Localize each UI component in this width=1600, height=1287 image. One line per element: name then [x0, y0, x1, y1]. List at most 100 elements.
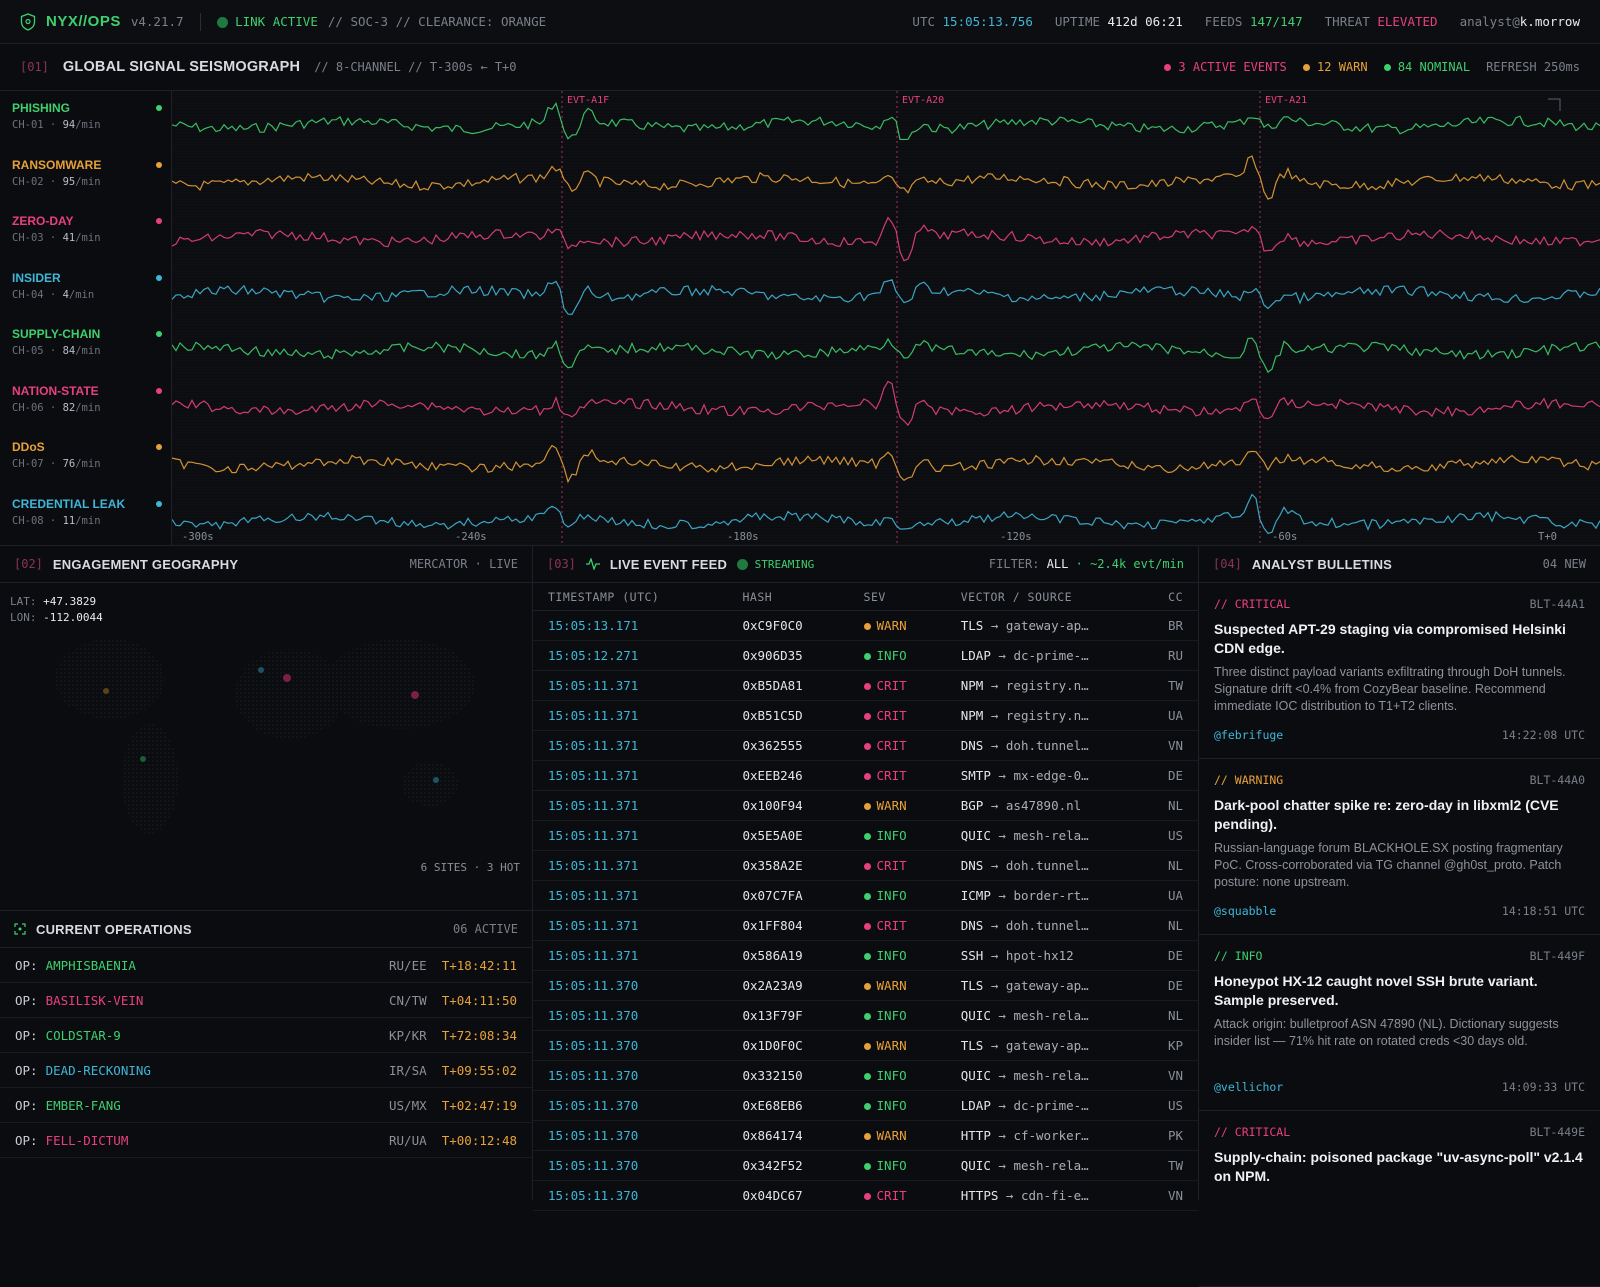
column-header[interactable]: VECTOR / SOURCE — [961, 590, 1163, 604]
panel-index: [01] — [20, 60, 49, 74]
op-region: RU/UA — [389, 1132, 427, 1148]
channel-label[interactable]: CREDENTIAL LEAK CH-08 · 11/min — [12, 497, 162, 527]
panel-index: [02] — [14, 557, 43, 571]
site-marker[interactable] — [411, 691, 419, 699]
table-row[interactable]: 15:05:11.371 0x100F94 WARN BGP → as47890.nl… — [533, 791, 1198, 821]
channel-unit: /min — [75, 345, 101, 357]
bulletin-title: Honeypot HX-12 caught novel SSH brute va… — [1214, 973, 1538, 1008]
bulletin-author[interactable]: @vellichor — [1214, 1080, 1283, 1094]
severity-dot-icon — [863, 773, 871, 780]
severity-badge: WARN — [863, 978, 961, 993]
channel-meta: CH-04 · 4/min — [12, 288, 95, 301]
event-hash: 0x362555 — [742, 738, 803, 753]
channel-rate: 94 — [62, 119, 76, 131]
channel-rate: 11 — [62, 514, 76, 527]
table-row[interactable]: 15:05:11.371 0x358A2E CRIT DNS → doh.tunnel… — [533, 851, 1198, 881]
table-row[interactable]: 15:05:11.370 0x13F79F INFO QUIC → mesh-rela… — [533, 1001, 1198, 1031]
table-row[interactable]: 15:05:12.271 0x906D35 INFO LDAP → dc-prime-… — [533, 641, 1198, 671]
operation-row[interactable]: OP: AMPHISBAENIA RU/EE T+18:42:11 — [0, 948, 532, 983]
dot-icon — [1164, 64, 1172, 71]
channel-label[interactable]: INSIDER CH-04 · 4/min — [12, 271, 162, 301]
op-name: AMPHISBAENIA — [45, 957, 136, 973]
table-row[interactable]: 15:05:13.171 0xC9F0C0 WARN TLS → gateway-ap… — [533, 611, 1198, 641]
event-vector: HTTPS → cdn-fi-e… — [961, 1188, 1163, 1203]
channel-id: CH-08 — [12, 514, 44, 527]
severity-label: WARN — [876, 978, 907, 993]
channel-dot-icon — [156, 218, 162, 224]
table-row[interactable]: 15:05:11.371 0x362555 CRIT DNS → doh.tunnel… — [533, 731, 1198, 761]
site-marker[interactable] — [103, 688, 109, 694]
event-label[interactable]: EVT-A21 — [1265, 95, 1307, 106]
op-name: FELL-DICTUM — [45, 1132, 129, 1148]
channel-id: CH-07 — [12, 458, 44, 470]
vector-protocol: HTTPS — [960, 1188, 999, 1203]
severity-dot-icon — [863, 623, 871, 630]
table-row[interactable]: 15:05:11.371 0x1FF804 CRIT DNS → doh.tunnel… — [533, 911, 1198, 941]
event-vector: TLS → gateway-ap… — [961, 618, 1163, 633]
channel-label[interactable]: DDoS CH-07 · 76/min — [12, 440, 162, 470]
severity-label: WARN — [876, 798, 907, 813]
column-header[interactable]: SEV — [864, 590, 961, 604]
world-map[interactable] — [0, 584, 532, 874]
channel-label[interactable]: NATION-STATE CH-06 · 82/min — [12, 384, 162, 414]
site-marker[interactable] — [258, 667, 264, 673]
vector-protocol: TLS — [960, 618, 984, 633]
operation-row[interactable]: OP: EMBER-FANG US/MX T+02:47:19 — [0, 1088, 532, 1123]
vector-protocol: LDAP — [960, 1098, 991, 1113]
feed-filter[interactable]: FILTER: ALL · ~2.4k evt/min — [989, 557, 1184, 571]
operation-row[interactable]: OP: COLDSTAR-9 KP/KR T+72:08:34 — [0, 1018, 532, 1053]
table-row[interactable]: 15:05:11.371 0x07C7FA INFO ICMP → border-rt… — [533, 881, 1198, 911]
active-events-count[interactable]: 3 ACTIVE EVENTS — [1164, 60, 1287, 74]
table-row[interactable]: 15:05:11.370 0x1D0F0C WARN TLS → gateway-ap… — [533, 1031, 1198, 1061]
channel-label[interactable]: SUPPLY-CHAIN CH-05 · 84/min — [12, 327, 162, 357]
column-header[interactable]: TIMESTAMP (UTC) — [548, 590, 742, 604]
table-row[interactable]: 15:05:11.371 0xEEB246 CRIT SMTP → mx-edge-0… — [533, 761, 1198, 791]
severity-label: INFO — [876, 1158, 907, 1173]
site-marker[interactable] — [283, 674, 291, 682]
vector-protocol: QUIC — [960, 1068, 991, 1083]
operation-row[interactable]: OP: FELL-DICTUM RU/UA T+00:12:48 — [0, 1123, 532, 1158]
column-header[interactable]: HASH — [742, 590, 863, 604]
table-row[interactable]: 15:05:11.371 0xB5DA81 CRIT NPM → registry.n… — [533, 671, 1198, 701]
event-label[interactable]: EVT-A20 — [902, 95, 944, 106]
bulletin-list: // CRITICAL BLT-44A1 Suspected APT-29 stag… — [1199, 583, 1600, 1287]
bulletin-card[interactable]: // INFO BLT-449F Honeypot HX-12 caught nov… — [1199, 935, 1600, 1111]
event-label[interactable]: EVT-A1F — [567, 95, 609, 106]
bulletin-card[interactable]: // CRITICAL BLT-44A1 Suspected APT-29 stag… — [1199, 583, 1600, 759]
nominal-count[interactable]: 84 NOMINAL — [1383, 60, 1470, 74]
severity-dot-icon — [863, 1103, 871, 1110]
bulletin-card[interactable]: // WARNING BLT-44A0 Dark-pool chatter spik… — [1199, 759, 1600, 935]
table-row[interactable]: 15:05:11.371 0xB51C5D CRIT NPM → registry.n… — [533, 701, 1198, 731]
severity-label: CRIT — [876, 1188, 907, 1203]
vector-source: → doh.tunnel… — [990, 918, 1089, 933]
table-row[interactable]: 15:05:11.371 0x5E5A0E INFO QUIC → mesh-rela… — [533, 821, 1198, 851]
bulletin-card[interactable]: // CRITICAL BLT-449E Supply-chain: poisone… — [1199, 1111, 1600, 1287]
event-feed-panel: [03] LIVE EVENT FEED STREAMING FILTER: A… — [533, 546, 1199, 1211]
channel-label[interactable]: PHISHING CH-01 · 94/min — [12, 101, 162, 131]
table-row[interactable]: 15:05:11.370 0xE68EB6 INFO LDAP → dc-prime-… — [533, 1091, 1198, 1121]
severity-badge: CRIT — [863, 1188, 961, 1203]
channel-meta: CH-03 · 41/min — [12, 232, 101, 244]
channel-label[interactable]: ZERO-DAY CH-03 · 41/min — [12, 214, 162, 244]
event-hash: 0xEEB246 — [742, 768, 803, 783]
column-header[interactable]: CC — [1163, 590, 1183, 604]
bulletin-author[interactable]: @febrifuge — [1214, 728, 1283, 742]
site-marker[interactable] — [433, 777, 439, 783]
site-marker[interactable] — [140, 756, 146, 762]
table-row[interactable]: 15:05:11.370 0x332150 INFO QUIC → mesh-rela… — [533, 1061, 1198, 1091]
table-row[interactable]: 15:05:11.370 0x2A23A9 WARN TLS → gateway-ap… — [533, 971, 1198, 1001]
vector-protocol: QUIC — [960, 1158, 991, 1173]
user-account[interactable]: analyst@k.morrow — [1460, 14, 1580, 29]
operation-row[interactable]: OP: DEAD-RECKONING IR/SA T+09:55:02 — [0, 1053, 532, 1088]
channel-name: INSIDER — [12, 270, 61, 285]
table-row[interactable]: 15:05:11.370 0x342F52 INFO QUIC → mesh-rela… — [533, 1151, 1198, 1181]
operation-row[interactable]: OP: BASILISK-VEIN CN/TW T+04:11:50 — [0, 983, 532, 1018]
warn-count[interactable]: 12 WARN — [1302, 60, 1368, 74]
bulletin-author[interactable]: @squabble — [1214, 904, 1276, 918]
panel-index: [03] — [547, 557, 576, 571]
table-row[interactable]: 15:05:11.370 0x04DC67 CRIT HTTPS → cdn-fi-e… — [533, 1181, 1198, 1211]
table-row[interactable]: 15:05:11.371 0x586A19 INFO SSH → hpot-hx12 D… — [533, 941, 1198, 971]
channel-label[interactable]: RANSOMWARE CH-02 · 95/min — [12, 158, 162, 188]
table-row[interactable]: 15:05:11.370 0x864174 WARN HTTP → cf-worker… — [533, 1121, 1198, 1151]
event-timestamp: 15:05:11.371 — [548, 858, 639, 873]
